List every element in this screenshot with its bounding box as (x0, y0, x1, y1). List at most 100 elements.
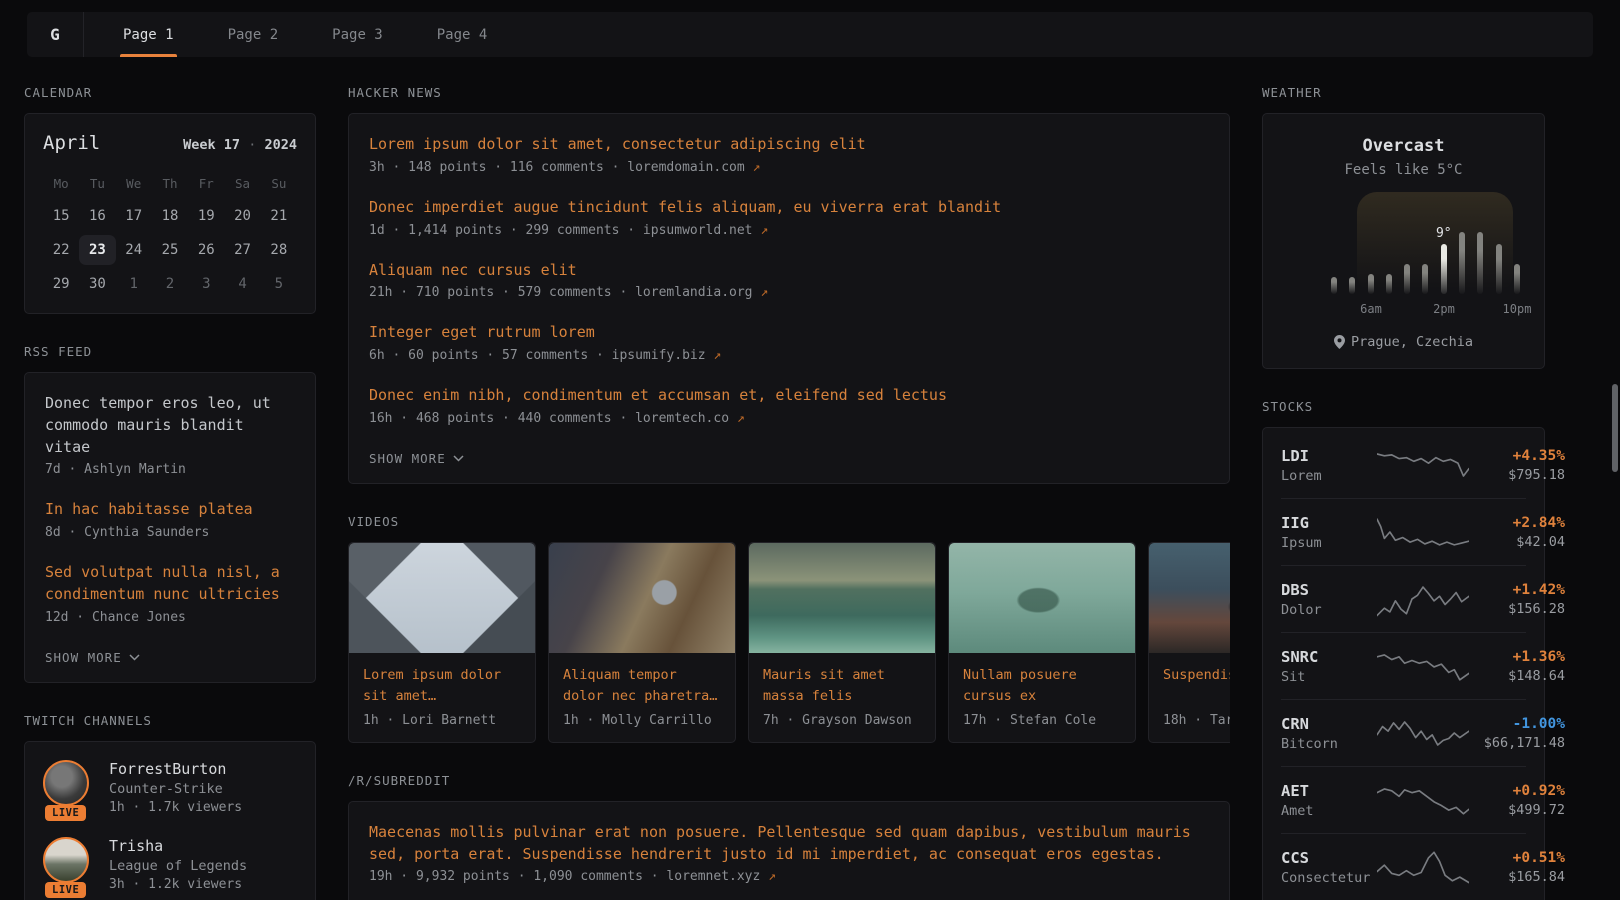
weather-bar-column (1404, 264, 1410, 294)
calendar-date[interactable]: 23 (79, 235, 115, 265)
twitch-section: TWITCH CHANNELS LIVEForrestBurtonCounter… (24, 713, 316, 900)
video-title[interactable]: Nullam posuere cursus ex (963, 665, 1121, 707)
stock-row[interactable]: CRNBitcorn-1.00%$66,171.48 (1281, 699, 1526, 766)
video-title[interactable]: Lorem ipsum dolor sit amet consectetu… (363, 665, 521, 707)
video-title[interactable]: Mauris sit amet massa felis (763, 665, 921, 707)
video-title[interactable]: Suspendisse diam (1163, 665, 1230, 707)
hackernews-list: Lorem ipsum dolor sit amet, consectetur … (369, 134, 1209, 426)
calendar-date[interactable]: 18 (152, 201, 188, 231)
tab-page-1[interactable]: Page 1 (96, 12, 201, 57)
rss-list: Donec tempor eros leo, ut commodo mauris… (45, 393, 295, 625)
calendar-date[interactable]: 25 (152, 235, 188, 265)
video-title[interactable]: Aliquam tempor dolor nec pharetra… (563, 665, 721, 707)
stock-row[interactable]: CCSConsectetur+0.51%$165.84 (1281, 833, 1526, 900)
rss-section: RSS FEED Donec tempor eros leo, ut commo… (24, 344, 316, 683)
weather-bar-column (1459, 232, 1465, 294)
stock-ticker: DBS (1281, 581, 1367, 599)
weather-hour-label: 6am (1360, 302, 1382, 316)
feed-item-title[interactable]: Maecenas mollis pulvinar erat non posuer… (369, 822, 1209, 866)
calendar-date[interactable]: 15 (43, 201, 79, 231)
calendar-date[interactable]: 27 (224, 235, 260, 265)
stock-values: +1.42%$156.28 (1479, 582, 1565, 617)
rss-widget: Donec tempor eros leo, ut commodo mauris… (24, 372, 316, 683)
weather-bar-column (1422, 264, 1428, 294)
video-card-body: Aliquam tempor dolor nec pharetra…1h · M… (549, 653, 735, 742)
stock-row[interactable]: SNRCSit+1.36%$148.64 (1281, 632, 1526, 699)
twitch-channel-meta: 3h · 1.2k viewers (109, 877, 247, 892)
tab-page-3[interactable]: Page 3 (305, 12, 410, 57)
weather-location: Prague, Czechia (1281, 334, 1526, 350)
tab-page-2[interactable]: Page 2 (201, 12, 306, 57)
feed-item-title[interactable]: Lorem ipsum dolor sit amet, consectetur … (369, 134, 1209, 156)
stock-change: +2.84% (1479, 515, 1565, 531)
feed-item-title[interactable]: Donec tempor eros leo, ut commodo mauris… (45, 393, 295, 458)
feed-item-title[interactable]: In hac habitasse platea (45, 499, 295, 521)
twitch-channel-name[interactable]: Trisha (109, 837, 247, 855)
stock-sparkline (1377, 646, 1469, 686)
calendar-date[interactable]: 3 (188, 269, 224, 299)
weather-bar (1514, 264, 1520, 294)
weather-bar-column (1386, 274, 1392, 294)
calendar-date[interactable]: 28 (261, 235, 297, 265)
feed-item: Integer eget rutrum lorem 6h · 60 points … (369, 322, 1209, 363)
feed-item-title[interactable]: Donec enim nibh, condimentum et accumsan… (369, 385, 1209, 407)
calendar-date[interactable]: 29 (43, 269, 79, 299)
calendar-date[interactable]: 30 (79, 269, 115, 299)
feed-item-title[interactable]: Aliquam nec cursus elit (369, 260, 1209, 282)
video-card[interactable]: Suspendisse diam18h · Tara (1148, 542, 1230, 743)
stock-identity: CCSConsectetur (1281, 849, 1367, 886)
feed-item-title[interactable]: Sed volutpat nulla nisl, a condimentum n… (45, 562, 295, 606)
calendar-date[interactable]: 20 (224, 201, 260, 231)
hackernews-show-more-button[interactable]: SHOW MORE (369, 451, 464, 466)
stock-identity: SNRCSit (1281, 648, 1367, 685)
calendar-date[interactable]: 1 (116, 269, 152, 299)
stock-name: Consectetur (1281, 870, 1367, 886)
weather-bar (1459, 232, 1465, 294)
video-meta: 7h · Grayson Dawson (763, 713, 921, 728)
calendar-date[interactable]: 16 (79, 201, 115, 231)
stock-change: +1.36% (1479, 649, 1565, 665)
weather-bar (1331, 277, 1337, 294)
weather-location-label: Prague, Czechia (1351, 334, 1473, 350)
calendar-date[interactable]: 26 (188, 235, 224, 265)
tab-page-4[interactable]: Page 4 (410, 12, 515, 57)
stock-row[interactable]: IIGIpsum+2.84%$42.04 (1281, 498, 1526, 565)
calendar-date[interactable]: 5 (261, 269, 297, 299)
stock-row[interactable]: LDILorem+4.35%$795.18 (1281, 432, 1526, 498)
live-badge: LIVE (45, 882, 86, 898)
calendar-date[interactable]: 17 (116, 201, 152, 231)
twitch-channel-row[interactable]: LIVEForrestBurtonCounter-Strike1h · 1.7k… (43, 760, 297, 815)
calendar-date[interactable]: 24 (116, 235, 152, 265)
weather-bar-column: 9° (1441, 244, 1447, 294)
stock-values: +2.84% $42.04 (1479, 515, 1565, 550)
rss-section-title: RSS FEED (24, 344, 316, 359)
twitch-channel-name[interactable]: ForrestBurton (109, 760, 242, 778)
video-card[interactable]: Aliquam tempor dolor nec pharetra…1h · M… (548, 542, 736, 743)
feed-item: In hac habitasse platea8d · Cynthia Saun… (45, 499, 295, 540)
twitch-channel-row[interactable]: LIVETrishaLeague of Legends3h · 1.2k vie… (43, 837, 297, 892)
page-scrollbar-thumb[interactable] (1612, 384, 1618, 472)
rss-show-more-button[interactable]: SHOW MORE (45, 650, 140, 665)
stock-price: $42.04 (1479, 534, 1565, 550)
video-card-body: Lorem ipsum dolor sit amet consectetu…1h… (349, 653, 535, 742)
feed-item-title[interactable]: Donec imperdiet augue tincidunt felis al… (369, 197, 1209, 219)
stock-ticker: IIG (1281, 514, 1367, 532)
stock-identity: AETAmet (1281, 782, 1367, 819)
location-pin-icon (1334, 335, 1345, 349)
stock-values: +1.36%$148.64 (1479, 649, 1565, 684)
video-card[interactable]: Mauris sit amet massa felis 7h · Grayson … (748, 542, 936, 743)
calendar-date[interactable]: 19 (188, 201, 224, 231)
calendar-date[interactable]: 21 (261, 201, 297, 231)
hackernews-section: HACKER NEWS Lorem ipsum dolor sit amet, … (348, 85, 1230, 484)
video-card[interactable]: Nullam posuere cursus ex17h · Stefan Col… (948, 542, 1136, 743)
app-logo[interactable]: G (27, 12, 84, 57)
feed-item-meta: 6h · 60 points · 57 comments · ipsumify.… (369, 348, 1209, 363)
stock-row[interactable]: AETAmet+0.92%$499.72 (1281, 766, 1526, 833)
stock-row[interactable]: DBSDolor+1.42%$156.28 (1281, 565, 1526, 632)
calendar-date[interactable]: 4 (224, 269, 260, 299)
calendar-date[interactable]: 22 (43, 235, 79, 265)
calendar-date[interactable]: 2 (152, 269, 188, 299)
stock-price: $156.28 (1479, 601, 1565, 617)
feed-item-title[interactable]: Integer eget rutrum lorem (369, 322, 1209, 344)
video-card[interactable]: Lorem ipsum dolor sit amet consectetu…1h… (348, 542, 536, 743)
